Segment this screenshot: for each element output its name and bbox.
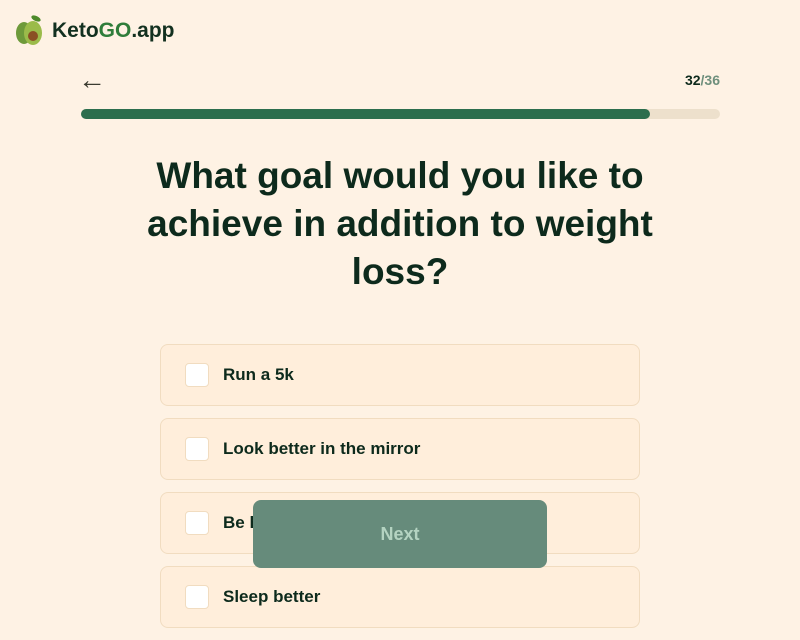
brand-prefix: Keto	[52, 19, 99, 42]
option-sleep-better[interactable]: Sleep better	[160, 566, 640, 628]
back-arrow-icon[interactable]: ←	[78, 66, 106, 94]
avocado-logo-icon	[16, 14, 46, 46]
next-button[interactable]: Next	[253, 500, 547, 568]
option-label: Run a 5k	[223, 365, 294, 384]
question-title: What goal would you like to achieve in a…	[147, 155, 653, 292]
option-look-better[interactable]: Look better in the mirror	[160, 418, 640, 480]
total-steps: 36	[704, 72, 720, 88]
brand-go: GO	[98, 19, 132, 42]
brand-suffix: .app	[131, 19, 175, 42]
option-run-5k[interactable]: Run a 5k	[160, 344, 640, 406]
progress-fill	[81, 109, 650, 119]
step-counter: 32/36	[685, 72, 720, 88]
option-label: Look better in the mirror	[223, 439, 421, 458]
logo[interactable]: KetoGO.app	[16, 14, 175, 46]
brand-name: KetoGO.app	[52, 19, 175, 43]
progress-bar	[81, 109, 720, 119]
checkbox[interactable]	[185, 437, 209, 461]
options-list: Run a 5k Look better in the mirror Be he…	[160, 344, 640, 640]
checkbox[interactable]	[185, 363, 209, 387]
checkbox[interactable]	[185, 511, 209, 535]
current-step: 32	[684, 72, 701, 88]
checkbox[interactable]	[185, 585, 209, 609]
option-label: Sleep better	[223, 587, 321, 606]
